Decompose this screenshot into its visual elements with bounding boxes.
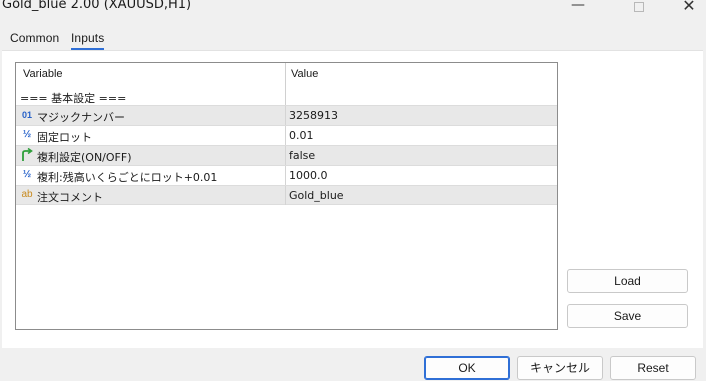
variable-name: 注文コメント [37, 191, 103, 204]
group-label: === 基本設定 === [20, 92, 127, 105]
cell-divider [285, 166, 286, 185]
cell-divider [285, 186, 286, 205]
cancel-button[interactable]: キャンセル [517, 356, 603, 380]
int-icon: 01 [21, 110, 32, 120]
table-row-fixed-lot[interactable]: ½ 固定ロット 0.01 [16, 125, 557, 145]
table-row-compound-balance[interactable]: ½ 複利:残高いくらごとにロット+0.01 1000.0 [16, 165, 557, 185]
save-button[interactable]: Save [567, 304, 688, 328]
ok-button[interactable]: OK [424, 356, 510, 380]
window-title: Gold_blue 2.00 (XAUUSD,H1) [2, 0, 192, 12]
variable-name: 複利設定(ON/OFF) [37, 151, 132, 164]
close-icon[interactable]: ✕ [674, 0, 704, 16]
double-icon: ½ [22, 129, 32, 140]
table-row-compound-setting[interactable]: 複利設定(ON/OFF) false [16, 145, 557, 165]
tab-inputs[interactable]: Inputs [71, 31, 104, 45]
tab-common[interactable]: Common [10, 31, 59, 45]
grid-header: Variable Value [16, 63, 557, 89]
tab-bar: Common Inputs [0, 22, 706, 50]
variable-name: 複利:残高いくらごとにロット+0.01 [37, 171, 218, 184]
minimize-icon[interactable]: — [563, 0, 593, 16]
variable-value[interactable]: Gold_blue [289, 189, 344, 202]
group-row: === 基本設定 === [16, 89, 557, 105]
inputs-grid[interactable]: Variable Value === 基本設定 === 01 マジックナンバー … [15, 62, 558, 330]
cell-divider [285, 126, 286, 145]
variable-name: 固定ロット [37, 131, 92, 144]
bool-icon [20, 148, 34, 162]
variable-value[interactable]: 3258913 [289, 109, 338, 122]
table-row-order-comment[interactable]: ab 注文コメント Gold_blue [16, 185, 557, 205]
cell-divider [285, 106, 286, 125]
table-row-magic-number[interactable]: 01 マジックナンバー 3258913 [16, 105, 557, 125]
column-header-value[interactable]: Value [291, 68, 318, 80]
string-icon: ab [21, 189, 33, 200]
variable-value[interactable]: 1000.0 [289, 169, 328, 182]
maximize-icon[interactable] [624, 0, 654, 16]
load-button[interactable]: Load [567, 269, 688, 293]
reset-button[interactable]: Reset [610, 356, 696, 380]
title-bar: Gold_blue 2.00 (XAUUSD,H1) — ✕ [0, 0, 706, 22]
double-icon: ½ [22, 169, 32, 180]
variable-value[interactable]: false [289, 149, 315, 162]
cell-divider [285, 146, 286, 165]
variable-name: マジックナンバー [37, 111, 125, 124]
variable-value[interactable]: 0.01 [289, 129, 314, 142]
column-header-variable[interactable]: Variable [23, 68, 63, 80]
